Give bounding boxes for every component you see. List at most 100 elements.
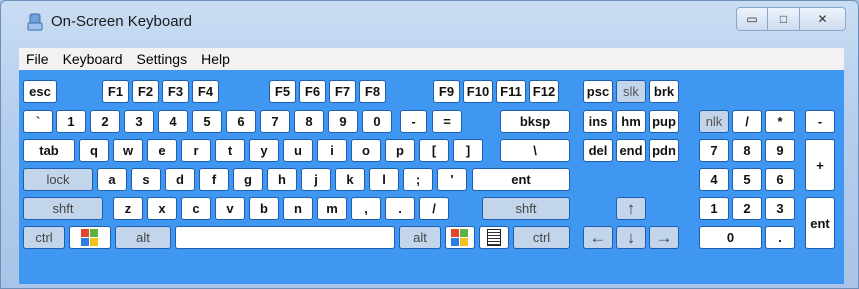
key-f11[interactable]: F11 bbox=[496, 80, 526, 103]
maximize-button[interactable]: □ bbox=[768, 7, 800, 31]
key-7[interactable]: 7 bbox=[260, 110, 290, 133]
key-8[interactable]: 8 bbox=[294, 110, 324, 133]
key-w[interactable]: w bbox=[113, 139, 143, 162]
key-f12[interactable]: F12 bbox=[529, 80, 559, 103]
key-arrow-up[interactable]: ↑ bbox=[616, 197, 646, 220]
key-l[interactable]: l bbox=[369, 168, 399, 191]
key-period[interactable]: . bbox=[385, 197, 415, 220]
key-windows-right[interactable] bbox=[445, 226, 475, 249]
key-9[interactable]: 9 bbox=[328, 110, 358, 133]
key-h[interactable]: h bbox=[267, 168, 297, 191]
key-f6[interactable]: F6 bbox=[299, 80, 326, 103]
menu-file[interactable]: File bbox=[19, 51, 56, 67]
key-3[interactable]: 3 bbox=[124, 110, 154, 133]
key-alt-right[interactable]: alt bbox=[399, 226, 441, 249]
key-d[interactable]: d bbox=[165, 168, 195, 191]
key-psc[interactable]: psc bbox=[583, 80, 613, 103]
key-f10[interactable]: F10 bbox=[463, 80, 493, 103]
key-arrow-down[interactable]: ↓ bbox=[616, 226, 646, 249]
key-k[interactable]: k bbox=[335, 168, 365, 191]
key-t[interactable]: t bbox=[215, 139, 245, 162]
key-numpad-2[interactable]: 2 bbox=[732, 197, 762, 220]
key-x[interactable]: x bbox=[147, 197, 177, 220]
key-brk[interactable]: brk bbox=[649, 80, 679, 103]
key-quote[interactable]: ' bbox=[437, 168, 467, 191]
key-ctrl-left[interactable]: ctrl bbox=[23, 226, 65, 249]
key-numpad-enter[interactable]: ent bbox=[805, 197, 835, 249]
key-numpad-8[interactable]: 8 bbox=[732, 139, 762, 162]
key-num-lock[interactable]: nlk bbox=[699, 110, 729, 133]
key-slash[interactable]: / bbox=[419, 197, 449, 220]
key-insert[interactable]: ins bbox=[583, 110, 613, 133]
key-esc[interactable]: esc bbox=[23, 80, 57, 103]
key-numpad-7[interactable]: 7 bbox=[699, 139, 729, 162]
key-n[interactable]: n bbox=[283, 197, 313, 220]
key-comma[interactable]: , bbox=[351, 197, 381, 220]
key-a[interactable]: a bbox=[97, 168, 127, 191]
key-f2[interactable]: F2 bbox=[132, 80, 159, 103]
key-backtick[interactable]: ` bbox=[23, 110, 53, 133]
key-f1[interactable]: F1 bbox=[102, 80, 129, 103]
menu-keyboard[interactable]: Keyboard bbox=[56, 51, 130, 67]
menu-settings[interactable]: Settings bbox=[130, 51, 195, 67]
key-y[interactable]: y bbox=[249, 139, 279, 162]
menu-help[interactable]: Help bbox=[194, 51, 237, 67]
key-1[interactable]: 1 bbox=[56, 110, 86, 133]
key-end[interactable]: end bbox=[616, 139, 646, 162]
key-o[interactable]: o bbox=[351, 139, 381, 162]
key-enter[interactable]: ent bbox=[472, 168, 570, 191]
key-q[interactable]: q bbox=[79, 139, 109, 162]
key-g[interactable]: g bbox=[233, 168, 263, 191]
key-c[interactable]: c bbox=[181, 197, 211, 220]
key-home[interactable]: hm bbox=[616, 110, 646, 133]
key-f4[interactable]: F4 bbox=[192, 80, 219, 103]
key-ctrl-right[interactable]: ctrl bbox=[513, 226, 570, 249]
key-numpad-4[interactable]: 4 bbox=[699, 168, 729, 191]
key-tab[interactable]: tab bbox=[23, 139, 75, 162]
key-numpad-plus[interactable]: + bbox=[805, 139, 835, 191]
key-0[interactable]: 0 bbox=[362, 110, 392, 133]
key-u[interactable]: u bbox=[283, 139, 313, 162]
key-2[interactable]: 2 bbox=[90, 110, 120, 133]
key-s[interactable]: s bbox=[131, 168, 161, 191]
key-numpad-divide[interactable]: / bbox=[732, 110, 762, 133]
key-left-bracket[interactable]: [ bbox=[419, 139, 449, 162]
key-right-bracket[interactable]: ] bbox=[453, 139, 483, 162]
key-semicolon[interactable]: ; bbox=[403, 168, 433, 191]
key-minus[interactable]: - bbox=[400, 110, 427, 133]
key-space[interactable] bbox=[175, 226, 395, 249]
key-f8[interactable]: F8 bbox=[359, 80, 386, 103]
key-z[interactable]: z bbox=[113, 197, 143, 220]
key-menu[interactable] bbox=[479, 226, 509, 249]
key-numpad-minus[interactable]: - bbox=[805, 110, 835, 133]
key-numpad-1[interactable]: 1 bbox=[699, 197, 729, 220]
key-arrow-left[interactable]: ← bbox=[583, 226, 613, 249]
key-windows-left[interactable] bbox=[69, 226, 111, 249]
key-b[interactable]: b bbox=[249, 197, 279, 220]
key-j[interactable]: j bbox=[301, 168, 331, 191]
key-delete[interactable]: del bbox=[583, 139, 613, 162]
key-i[interactable]: i bbox=[317, 139, 347, 162]
key-v[interactable]: v bbox=[215, 197, 245, 220]
close-button[interactable]: ✕ bbox=[800, 7, 846, 31]
key-caps-lock[interactable]: lock bbox=[23, 168, 93, 191]
key-m[interactable]: m bbox=[317, 197, 347, 220]
key-f9[interactable]: F9 bbox=[433, 80, 460, 103]
key-r[interactable]: r bbox=[181, 139, 211, 162]
key-numpad-9[interactable]: 9 bbox=[765, 139, 795, 162]
key-numpad-5[interactable]: 5 bbox=[732, 168, 762, 191]
key-page-up[interactable]: pup bbox=[649, 110, 679, 133]
key-numpad-decimal[interactable]: . bbox=[765, 226, 795, 249]
key-numpad-multiply[interactable]: * bbox=[765, 110, 795, 133]
key-e[interactable]: e bbox=[147, 139, 177, 162]
key-backslash[interactable]: \ bbox=[500, 139, 570, 162]
key-numpad-3[interactable]: 3 bbox=[765, 197, 795, 220]
key-equals[interactable]: = bbox=[432, 110, 462, 133]
key-f7[interactable]: F7 bbox=[329, 80, 356, 103]
key-arrow-right[interactable]: → bbox=[649, 226, 679, 249]
key-4[interactable]: 4 bbox=[158, 110, 188, 133]
key-p[interactable]: p bbox=[385, 139, 415, 162]
key-f[interactable]: f bbox=[199, 168, 229, 191]
key-numpad-6[interactable]: 6 bbox=[765, 168, 795, 191]
key-5[interactable]: 5 bbox=[192, 110, 222, 133]
